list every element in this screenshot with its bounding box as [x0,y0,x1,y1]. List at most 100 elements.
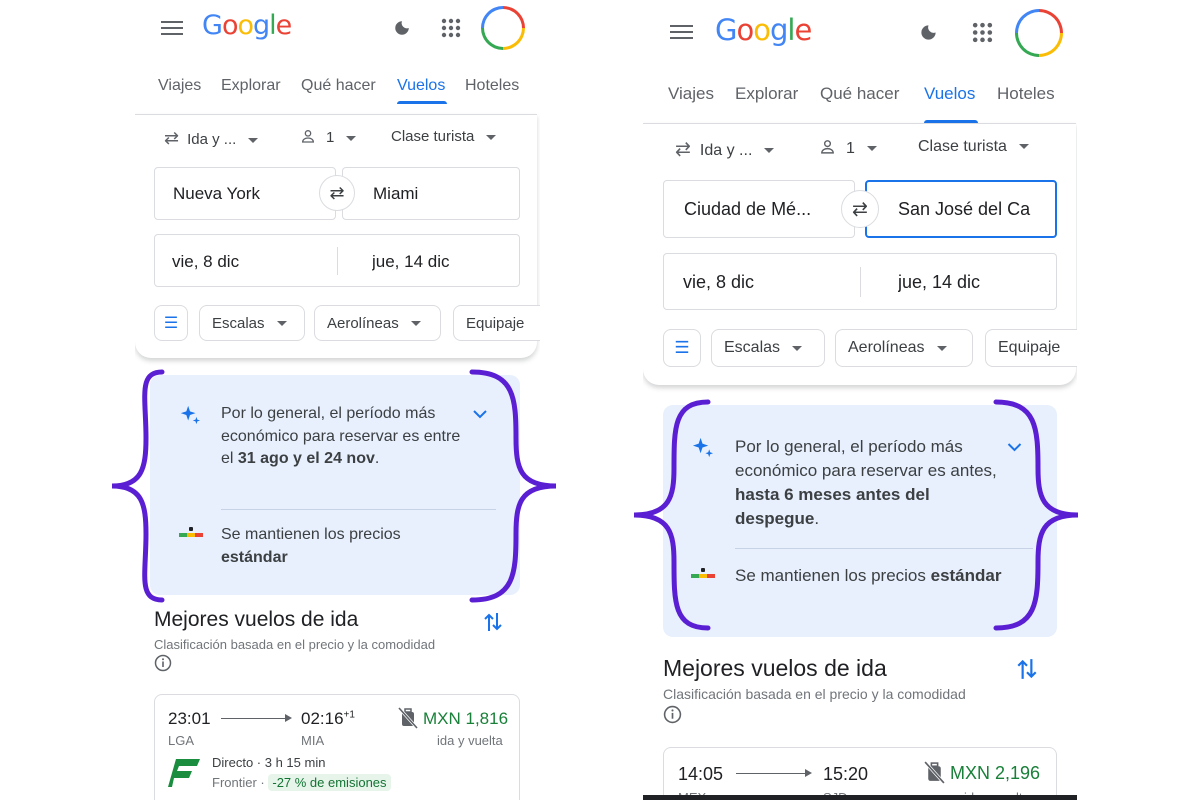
destination-field[interactable]: Miami [342,167,520,220]
person-icon [301,130,315,143]
cabin-select[interactable]: Clase turista [918,138,1029,156]
trip-type-select[interactable]: ⇄ Ida y ... [164,128,259,149]
airline-name: Frontier · -27 % de emisiones [212,774,391,791]
filters-button[interactable]: ☰ [663,329,701,367]
frontier-logo [168,759,200,787]
results-subtitle: Clasificación basada en el precio y la c… [154,637,436,652]
swap-arrows-icon: ⇄ [675,139,691,160]
tab-viajes[interactable]: Viajes [158,77,201,95]
passengers-select[interactable]: 1 [300,128,357,146]
chevron-down-icon [410,320,421,326]
depart-time: 14:05 [678,764,724,784]
depart-date[interactable]: vie, 8 dic [172,252,239,272]
info-icon[interactable] [663,705,682,724]
sparkle-icon [180,405,201,425]
date-divider [860,267,861,297]
depart-date[interactable]: vie, 8 dic [683,272,754,293]
results-title: Mejores vuelos de ida [154,608,359,631]
tab-divider [643,123,1076,124]
search-panel: ⇄ Ida y ... 1 Clase turista Nueva York Mi… [135,114,540,358]
date-divider [337,247,338,275]
results-title: Mejores vuelos de ida [663,655,887,681]
tab-explorar[interactable]: Explorar [735,84,798,104]
tab-vuelos[interactable]: Vuelos [397,77,445,95]
active-tab-indicator [397,101,447,104]
arrive-time: 02:16+1 [301,709,355,728]
sort-icon[interactable] [483,611,503,633]
tab-que-hacer[interactable]: Qué hacer [820,84,899,104]
moon-icon[interactable] [919,23,938,42]
tab-hoteles[interactable]: Hoteles [465,77,519,95]
origin-airport: LGA [168,733,195,748]
price-insight-text: Por lo general, el período más económico… [221,405,461,468]
passengers-select[interactable]: 1 [819,138,877,158]
return-date[interactable]: jue, 14 dic [372,252,450,272]
filter-chip-escalas[interactable]: Escalas [199,305,305,341]
tab-explorar[interactable]: Explorar [221,77,281,95]
flight-card[interactable]: 23:01 02:16+1 MXN 1,816 LGA MIA ida y vu… [154,694,520,800]
chevron-down-icon [764,148,775,154]
tab-hoteles[interactable]: Hoteles [997,84,1055,104]
avatar[interactable] [481,6,525,50]
route-line [221,718,287,719]
screen-bottom-edge [643,795,1077,800]
filter-chip-aerolineas[interactable]: Aerolíneas [314,305,441,341]
insight-divider [221,509,496,510]
cabin-select[interactable]: Clase turista [391,128,497,145]
price-insight-card[interactable]: Por lo general, el período más económico… [150,375,520,595]
origin-field[interactable]: Nueva York [154,167,336,220]
google-logo[interactable]: Google [715,13,812,47]
results-subtitle: Clasificación basada en el precio y la c… [663,686,966,702]
menu-icon[interactable] [670,23,693,41]
avatar[interactable] [1015,9,1063,57]
google-logo[interactable]: Google [202,10,292,41]
tab-que-hacer[interactable]: Qué hacer [301,77,376,95]
no-carry-on-icon [924,761,945,784]
filters-icon: ☰ [163,315,179,332]
filters-button[interactable]: ☰ [154,305,188,341]
chevron-down-icon [276,320,287,326]
dates-field[interactable]: vie, 8 dic jue, 14 dic [154,234,520,287]
filter-chip-equipaje[interactable]: Equipaje [453,305,540,341]
tab-vuelos[interactable]: Vuelos [924,84,975,104]
right-brace-right [993,399,1079,631]
flight-card[interactable]: 14:05 15:20 MXN 2,196 MEX SJD ida y vuel… [663,747,1057,800]
route-arrow [805,769,812,777]
dates-field[interactable]: vie, 8 dic jue, 14 dic [663,253,1057,310]
price-note: ida y vuelta [437,733,503,748]
chevron-down-icon [346,135,357,141]
sort-icon[interactable] [1016,657,1038,681]
flight-stops: Directo · 3 h 15 min [212,755,326,770]
trip-type-select[interactable]: ⇄ Ida y ... [675,138,775,161]
right-brace-left [633,399,711,631]
menu-icon[interactable] [161,19,183,37]
filter-chip-equipaje[interactable]: Equipaje [985,329,1077,367]
chevron-down-icon [1018,144,1029,150]
insight-divider [735,548,1033,549]
swap-locations-button[interactable]: ⇄ [841,190,879,228]
apps-grid-icon[interactable] [971,21,994,44]
chevron-down-icon [486,134,497,140]
origin-field[interactable]: Ciudad de Mé... [663,180,855,238]
moon-icon[interactable] [393,19,411,37]
destination-field[interactable]: San José del Ca [865,180,1057,238]
person-icon [821,140,834,154]
left-brace-left [111,369,165,603]
return-date[interactable]: jue, 14 dic [898,272,980,293]
emissions-badge: -27 % de emisiones [268,774,391,791]
chevron-down-icon [866,146,877,152]
tab-viajes[interactable]: Viajes [668,84,714,104]
swap-arrows-icon: ⇄ [329,182,345,203]
route-arrow [285,714,292,722]
destination-airport: MIA [301,733,325,748]
info-icon[interactable] [154,654,172,672]
apps-grid-icon[interactable] [440,17,462,39]
swap-locations-button[interactable]: ⇄ [319,175,355,211]
no-carry-on-icon [398,707,418,729]
search-panel: ⇄ Ida y ... 1 Clase turista Ciudad de Mé.… [643,123,1077,385]
chevron-down-icon [792,345,803,351]
filter-chip-escalas[interactable]: Escalas [711,329,825,367]
price-status-text: Se mantienen los precios estándar [735,566,1002,585]
filters-icon: ☰ [674,338,690,357]
filter-chip-aerolineas[interactable]: Aerolíneas [835,329,973,367]
